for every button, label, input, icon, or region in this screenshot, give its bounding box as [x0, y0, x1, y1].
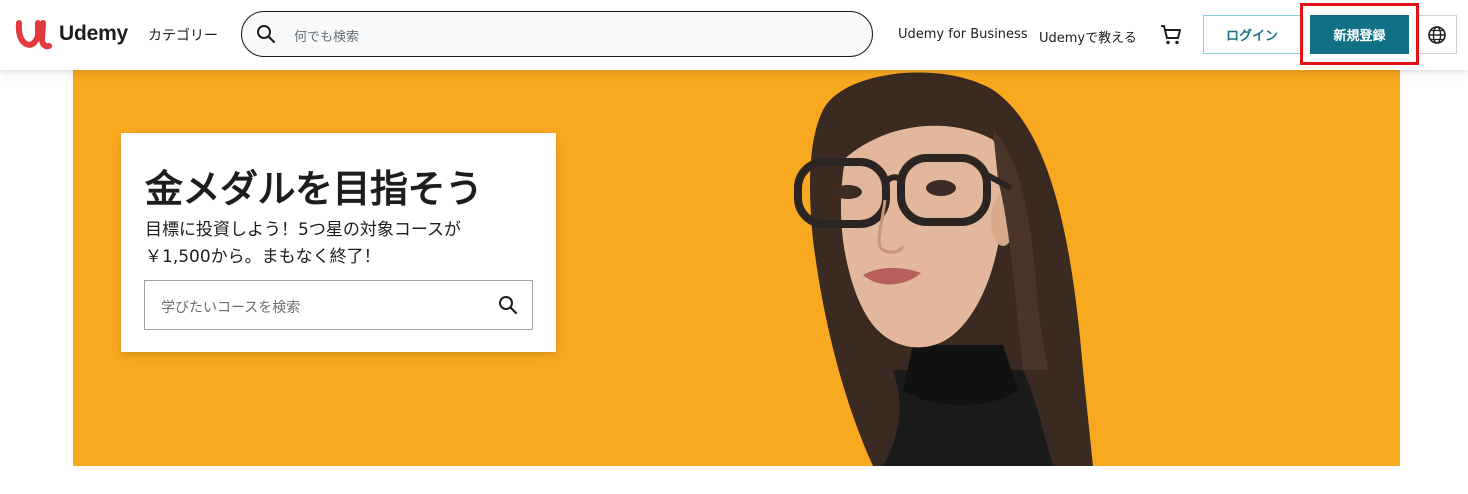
nav-teach-on-udemy[interactable]: Udemyで教える [1039, 27, 1137, 46]
udemy-logo-icon [15, 20, 52, 50]
language-button[interactable] [1417, 15, 1457, 54]
hero-woman-image [794, 72, 1093, 466]
search-icon[interactable] [256, 24, 276, 44]
cart-icon[interactable] [1159, 23, 1183, 47]
logo-text: Udemy [59, 22, 129, 45]
categories-menu[interactable]: カテゴリー [148, 25, 218, 45]
login-button[interactable]: ログイン [1203, 15, 1301, 54]
nav-udemy-for-business[interactable]: Udemy for Business [898, 27, 1028, 42]
globe-icon [1428, 25, 1446, 44]
hero-search-input[interactable]: 学びたいコースを検索 [144, 280, 533, 330]
header-search-input[interactable]: 何でも検索 [241, 11, 873, 57]
udemy-logo[interactable]: Udemy [15, 17, 128, 51]
top-navbar: Udemy カテゴリー 何でも検索 Udemy for Business Ude… [0, 0, 1468, 70]
search-icon[interactable] [498, 295, 518, 315]
signup-button[interactable]: 新規登録 [1310, 15, 1409, 54]
search-placeholder: 何でも検索 [294, 30, 360, 45]
hero-subtitle-line2: ￥1,500から。まもなく終了！ [145, 247, 381, 267]
hero-search-placeholder: 学びたいコースを検索 [161, 300, 301, 316]
hero-subtitle-line1: 目標に投資しよう！5つ星の対象コースが [145, 220, 461, 240]
hero-title: 金メダルを目指そう [145, 167, 483, 211]
hero-promo-card: 金メダルを目指そう 目標に投資しよう！5つ星の対象コースが ￥1,500から。ま… [121, 133, 556, 352]
